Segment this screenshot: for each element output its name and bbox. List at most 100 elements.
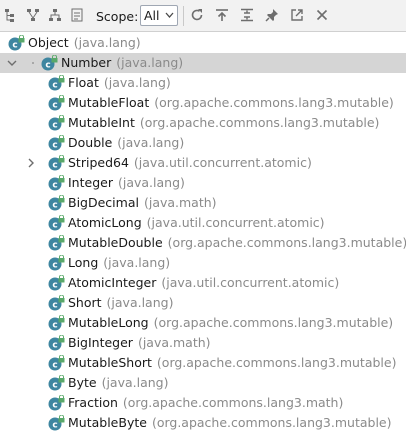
class-name-text: Fraction	[68, 395, 118, 410]
export-icon[interactable]	[289, 7, 305, 23]
class-name-text: MutableByte	[68, 415, 147, 430]
svg-text:c: c	[52, 121, 57, 131]
tree-row[interactable]: c MutableByte (org.apache.commons.lang3.mu…	[0, 413, 406, 433]
class-icon: c	[48, 235, 65, 251]
package-name: (java.util.concurrent.atomic)	[161, 275, 340, 290]
tree-row[interactable]: c Long (java.lang)	[0, 253, 406, 273]
svg-text:c: c	[52, 181, 57, 191]
scroll-to-source-icon[interactable]	[69, 7, 85, 23]
abstract-class-icon: c	[41, 55, 58, 71]
tree-row[interactable]: c MutableDouble (org.apache.commons.lang3.…	[0, 233, 406, 253]
class-name: Byte (java.lang)	[68, 373, 169, 393]
tree-row[interactable]: c AtomicInteger (java.util.concurrent.atom…	[0, 273, 406, 293]
class-name: Number (java.lang)	[61, 53, 183, 73]
class-icon: c	[48, 335, 65, 351]
tree-row[interactable]: c MutableLong (org.apache.commons.lang3.mu…	[0, 313, 406, 333]
class-name: Striped64 (java.util.concurrent.atomic)	[68, 153, 312, 173]
package-name: (java.lang)	[106, 295, 174, 310]
chevron-right-icon[interactable]	[25, 153, 37, 173]
abstract-class-icon: c	[8, 35, 25, 51]
refresh-icon[interactable]	[189, 7, 205, 23]
class-name: BigDecimal (java.math)	[68, 193, 217, 213]
tree-row[interactable]: c Integer (java.lang)	[0, 173, 406, 193]
class-name-text: MutableFloat	[68, 95, 150, 110]
class-name: Integer (java.lang)	[68, 173, 185, 193]
abstract-class-icon: c	[48, 155, 65, 171]
tree-row[interactable]: c MutableFloat (org.apache.commons.lang3.m…	[0, 93, 406, 113]
package-name: (java.lang)	[117, 135, 185, 150]
tree-row[interactable]: c MutableInt (org.apache.commons.lang3.mut…	[0, 113, 406, 133]
svg-text:c: c	[52, 301, 57, 311]
tree-row[interactable]: c Fraction (org.apache.commons.lang3.math)	[0, 393, 406, 413]
class-name-text: AtomicInteger	[68, 275, 157, 290]
svg-text:c: c	[12, 41, 17, 51]
pin-top-icon[interactable]	[214, 7, 230, 23]
chevron-down-icon[interactable]	[6, 53, 18, 73]
tree-row[interactable]: c BigDecimal (java.math)	[0, 193, 406, 213]
class-icon: c	[48, 275, 65, 291]
svg-text:c: c	[52, 81, 57, 91]
class-name-text: Integer	[68, 175, 113, 190]
tree-row[interactable]: c Byte (java.lang)	[0, 373, 406, 393]
pin-icon[interactable]	[264, 7, 280, 23]
tree-row[interactable]: c Double (java.lang)	[0, 133, 406, 153]
class-name-text: Byte	[68, 375, 97, 390]
scope-dropdown[interactable]: All	[140, 5, 178, 26]
class-icon: c	[48, 195, 65, 211]
package-name: (java.lang)	[116, 55, 184, 70]
hierarchy-tree: c Object (java.lang) c Number (java.lang) c Flo…	[0, 32, 406, 442]
class-name: Object (java.lang)	[28, 33, 141, 53]
toolbar: Scope: All	[0, 0, 406, 32]
tree-row[interactable]: c Float (java.lang)	[0, 73, 406, 93]
class-name-text: BigDecimal	[68, 195, 139, 210]
class-name-text: AtomicLong	[68, 215, 142, 230]
package-name: (org.apache.commons.lang3.mutable)	[167, 235, 406, 250]
class-name: Float (java.lang)	[68, 73, 171, 93]
class-icon: c	[48, 215, 65, 231]
align-icon[interactable]	[239, 7, 255, 23]
package-name: (java.lang)	[101, 375, 169, 390]
supertypes-hierarchy-icon[interactable]	[25, 7, 41, 23]
tree-row[interactable]: c MutableShort (org.apache.commons.lang3.m…	[0, 353, 406, 373]
svg-text:c: c	[52, 141, 57, 151]
svg-text:c: c	[52, 241, 57, 251]
class-name: Fraction (org.apache.commons.lang3.math)	[68, 393, 343, 413]
class-name: Double (java.lang)	[68, 133, 184, 153]
svg-text:c: c	[52, 161, 57, 171]
scope-label: Scope:	[96, 9, 139, 24]
package-name: (org.apache.commons.lang3.math)	[122, 395, 344, 410]
class-icon: c	[48, 295, 65, 311]
class-name: MutableLong (org.apache.commons.lang3.mut…	[68, 313, 393, 333]
scope-value: All	[144, 8, 160, 23]
class-name: AtomicInteger (java.util.concurrent.atomi…	[68, 273, 339, 293]
class-name: MutableInt (org.apache.commons.lang3.muta…	[68, 113, 379, 133]
svg-text:c: c	[52, 381, 57, 391]
class-name-text: Float	[68, 75, 99, 90]
svg-text:c: c	[52, 281, 57, 291]
class-name-text: Number	[61, 55, 112, 70]
class-icon: c	[48, 315, 65, 331]
tree-row[interactable]: c BigInteger (java.math)	[0, 333, 406, 353]
package-name: (java.math)	[137, 335, 211, 350]
package-name: (java.lang)	[117, 175, 185, 190]
package-name: (java.lang)	[103, 255, 171, 270]
class-icon: c	[48, 95, 65, 111]
svg-text:c: c	[52, 361, 57, 371]
subtypes-hierarchy-icon[interactable]	[3, 7, 19, 23]
class-name: MutableFloat (org.apache.commons.lang3.mu…	[68, 93, 394, 113]
class-icon: c	[48, 375, 65, 391]
close-icon[interactable]	[314, 7, 330, 23]
class-name-text: Short	[68, 295, 102, 310]
chevron-down-icon	[165, 12, 174, 18]
package-name: (org.apache.commons.lang3.mutable)	[153, 315, 394, 330]
class-name: Long (java.lang)	[68, 253, 170, 273]
tree-row-root[interactable]: c Object (java.lang)	[0, 33, 406, 53]
tree-row[interactable]: c Short (java.lang)	[0, 293, 406, 313]
tree-row[interactable]: c AtomicLong (java.util.concurrent.atomic)	[0, 213, 406, 233]
tree-row[interactable]: c Striped64 (java.util.concurrent.atomic)	[0, 153, 406, 173]
class-icon: c	[48, 115, 65, 131]
tree-row-selected[interactable]: c Number (java.lang)	[0, 53, 406, 73]
class-name-text: MutableInt	[68, 115, 135, 130]
class-hierarchy-icon[interactable]	[47, 7, 63, 23]
class-icon: c	[48, 355, 65, 371]
